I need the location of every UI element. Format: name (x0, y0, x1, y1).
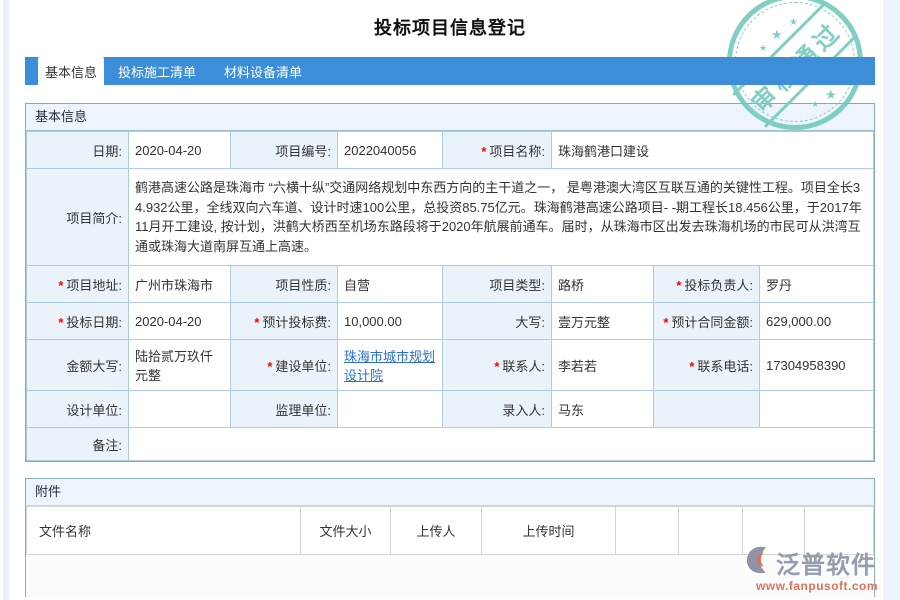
bid-date-value: 2020-04-20 (129, 303, 231, 340)
phone-label: *联系电话: (654, 340, 760, 391)
summary-value: 鹤港高速公路是珠海市 “六横十纵”交通网络规划中东西方向的主干道之一， 是粤港澳… (129, 169, 874, 266)
build-unit-value: 珠海市城市规划设计院 (338, 340, 443, 391)
recorder-value: 马东 (552, 391, 654, 428)
empty-cell (760, 391, 874, 428)
basic-section-title: 基本信息 (26, 104, 874, 131)
required-marker: * (481, 144, 486, 159)
project-no-label: 项目编号: (231, 132, 338, 169)
remark-value (129, 428, 874, 461)
fee-caps-label: 大写: (443, 303, 552, 340)
file-name-header: 文件名称 (27, 507, 301, 555)
build-unit-link[interactable]: 珠海市城市规划设计院 (344, 349, 435, 383)
project-name-label: *项目名称: (443, 132, 552, 169)
nature-value: 自营 (338, 266, 443, 303)
design-unit-label: 设计单位: (27, 391, 129, 428)
project-name-value: 珠海鹤港口建设 (552, 132, 874, 169)
bid-fee-value: 10,000.00 (338, 303, 443, 340)
star-icon: ★ (825, 88, 837, 101)
fanpu-brand: 泛普软件 www.fanpusoft.com (746, 545, 888, 593)
required-marker: * (689, 359, 694, 374)
required-marker: * (267, 359, 272, 374)
phone-value: 17304958390 (760, 340, 874, 391)
amount-caps-value: 陆拾贰万玖仟元整 (129, 340, 231, 391)
required-marker: * (676, 278, 681, 293)
build-unit-label: *建设单位: (231, 340, 338, 391)
brand-url: www.fanpusoft.com (746, 579, 888, 593)
empty-header (679, 507, 743, 555)
required-marker: * (58, 315, 63, 330)
nature-label: 项目性质: (231, 266, 338, 303)
required-marker: * (663, 315, 668, 330)
bid-fee-label: *预计投标费: (231, 303, 338, 340)
design-unit-value (129, 391, 231, 428)
required-marker: * (58, 278, 63, 293)
remark-label: 备注: (27, 428, 129, 461)
page-title: 投标项目信息登记 (0, 14, 900, 40)
supervise-unit-value (338, 391, 443, 428)
amount-caps-label: 金额大写: (27, 340, 129, 391)
empty-cell (654, 391, 760, 428)
address-label: *项目地址: (27, 266, 129, 303)
required-marker: * (494, 359, 499, 374)
contract-amount-label: *预计合同金额: (654, 303, 760, 340)
fanpu-logo-icon (746, 546, 774, 579)
date-value: 2020-04-20 (129, 132, 231, 169)
supervise-unit-label: 监理单位: (231, 391, 338, 428)
attachments-section-title: 附件 (26, 479, 874, 506)
bid-date-label: *投标日期: (27, 303, 129, 340)
type-label: 项目类型: (443, 266, 552, 303)
basic-info-section: 基本信息 日期: 2020-04-20 项目编号: 2022040056 *项目… (25, 103, 875, 462)
project-no-value: 2022040056 (338, 132, 443, 169)
contact-value: 李若若 (552, 340, 654, 391)
uploader-header: 上传人 (391, 507, 482, 555)
bid-leader-label: *投标负责人: (654, 266, 760, 303)
page-edge-left (3, 0, 9, 600)
tab-basic-info[interactable]: 基本信息 (38, 57, 104, 85)
empty-header (616, 507, 679, 555)
required-marker: * (254, 315, 259, 330)
fee-caps-value: 壹万元整 (552, 303, 654, 340)
tab-bar: 基本信息 投标施工清单 材料设备清单 (25, 57, 875, 85)
tab-material-equipment-list[interactable]: 材料设备清单 (210, 57, 316, 85)
tab-bid-construction-list[interactable]: 投标施工清单 (104, 57, 210, 85)
basic-info-table: 日期: 2020-04-20 项目编号: 2022040056 *项目名称: 珠… (26, 131, 874, 461)
address-value: 广州市珠海市 (129, 266, 231, 303)
bid-leader-value: 罗丹 (760, 266, 874, 303)
contract-amount-value: 629,000.00 (760, 303, 874, 340)
star-icon: ★ (759, 44, 767, 53)
date-label: 日期: (27, 132, 129, 169)
brand-name: 泛普软件 (776, 545, 876, 580)
recorder-label: 录入人: (443, 391, 552, 428)
summary-label: 项目简介: (27, 169, 129, 266)
page-edge-right (883, 0, 900, 600)
file-size-header: 文件大小 (301, 507, 391, 555)
upload-time-header: 上传时间 (482, 507, 616, 555)
type-value: 路桥 (552, 266, 654, 303)
contact-label: *联系人: (443, 340, 552, 391)
